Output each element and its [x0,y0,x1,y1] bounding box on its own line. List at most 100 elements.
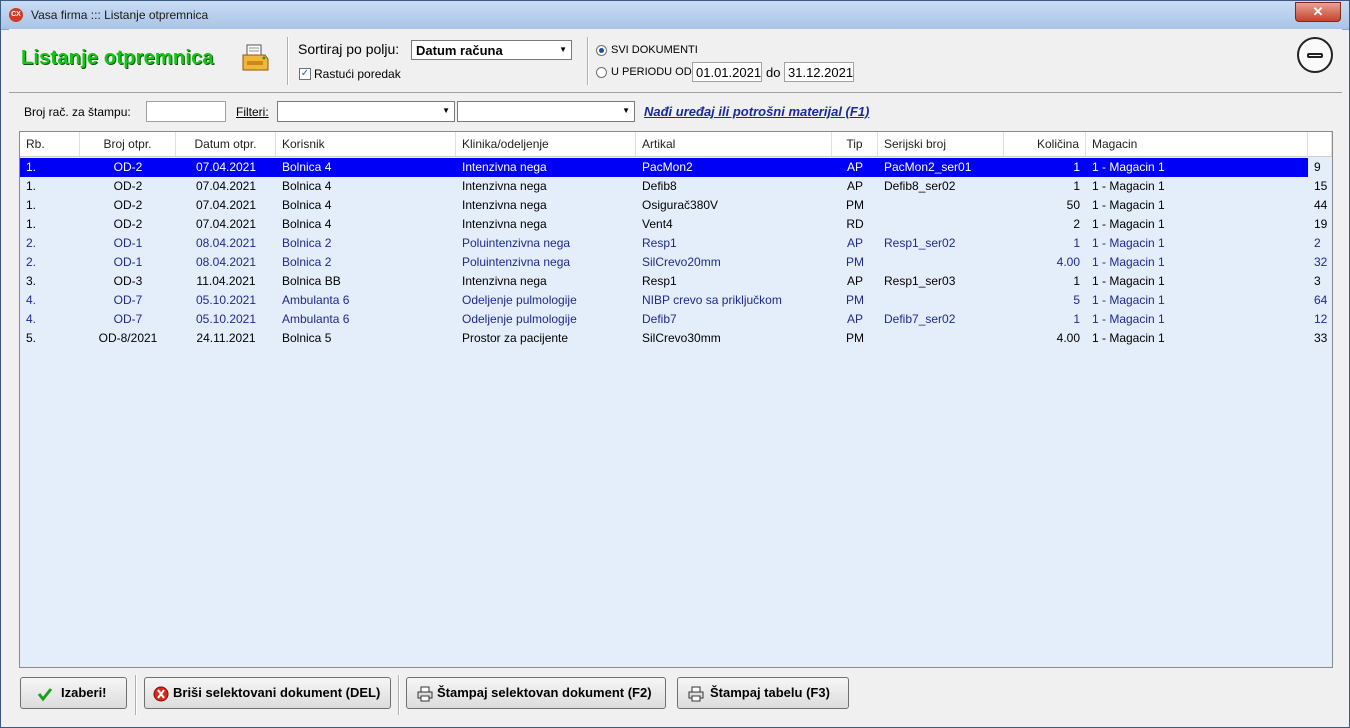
table-row[interactable]: 1. OD-2 07.04.2021 Bolnica 4 Intenzivna nega… [20,196,1332,215]
print-document-label: Štampaj selektovan dokument (F2) [437,685,652,700]
cell-artikal: Resp1 [642,274,677,288]
filter-bar: Broj rač. za štampu: Filteri: ▼ ▼ Nađi u… [9,93,1342,129]
column-header[interactable]: Količina [1004,132,1086,156]
cell-tip: RD [846,217,864,231]
cell-rb: 2. [26,255,37,269]
cell-rb: 1. [26,217,37,231]
ascending-checkbox[interactable]: ✓ [299,68,311,80]
sort-field-value: Datum računa [416,43,503,58]
print-table-label: Štampaj tabelu (F3) [710,685,830,700]
period-radio[interactable] [596,67,607,78]
select-button[interactable]: Izaberi! [20,677,127,709]
cell-extra: 2 [1314,236,1321,250]
cell-rb: 1. [26,179,37,193]
all-documents-radio[interactable] [596,45,607,56]
find-device-link[interactable]: Nađi uređaj ili potrošni materijal (F1) [644,104,869,119]
cell-magacin: 1 - Magacin 1 [1092,312,1165,326]
cell-broj: OD-2 [113,217,143,231]
cell-klinika: Intenzivna nega [462,198,547,212]
filter-1-select[interactable]: ▼ [277,101,455,122]
cell-extra: 12 [1314,312,1328,326]
print-icon [688,686,704,702]
main-window: CX Vasa firma ::: Listanje otpremnica ✕ … [0,0,1350,728]
column-header[interactable]: Datum otpr. [176,132,276,156]
column-header[interactable]: Tip [832,132,878,156]
separator [398,675,400,715]
cell-klinika: Intenzivna nega [462,160,547,174]
print-number-label: Broj rač. za štampu: [24,105,131,119]
cell-datum: 08.04.2021 [195,255,257,269]
cell-korisnik: Bolnica 2 [282,255,332,269]
column-header[interactable]: Rb. [20,132,80,156]
column-header[interactable]: Broj otpr. [80,132,176,156]
cell-klinika: Poluintenzivna nega [462,236,571,250]
cell-magacin: 1 - Magacin 1 [1092,255,1165,269]
all-documents-label: SVI DOKUMENTI [611,44,698,56]
table-header: Rb. Broj otpr. Datum otpr. Korisnik Klinika/… [20,132,1332,157]
table-row[interactable]: 2. OD-1 08.04.2021 Bolnica 2 Poluintenzivna … [20,234,1332,253]
cell-tip: AP [846,312,863,326]
cell-magacin: 1 - Magacin 1 [1092,274,1165,288]
cell-magacin: 1 - Magacin 1 [1092,331,1165,345]
table-row[interactable]: 4. OD-7 05.10.2021 Ambulanta 6 Odeljenje pul… [20,291,1332,310]
cell-extra: 15 [1314,179,1328,193]
cell-korisnik: Bolnica 4 [282,217,332,231]
cell-korisnik: Bolnica BB [282,274,341,288]
table-row[interactable]: 2. OD-1 08.04.2021 Bolnica 2 Poluintenzivna … [20,253,1332,272]
chevron-down-icon: ▼ [559,45,567,54]
delete-label: Briši selektovani dokument (DEL) [173,685,381,700]
title-bar[interactable]: CX Vasa firma ::: Listanje otpremnica ✕ [1,1,1349,30]
page-title: Listanje otpremnica [21,47,214,69]
table-row[interactable]: 1. OD-2 07.04.2021 Bolnica 4 Intenzivna nega… [20,177,1332,196]
column-header[interactable]: Klinika/odeljenje [456,132,636,156]
print-document-button[interactable]: Štampaj selektovan dokument (F2) [406,677,666,709]
sort-field-select[interactable]: Datum računa ▼ [411,40,572,60]
date-from-input[interactable]: 01.01.2021 [692,62,762,82]
cell-artikal: Defib8 [642,179,677,193]
cell-tip: PM [846,331,864,345]
cell-artikal: Resp1 [642,236,677,250]
filters-label: Filteri: [236,105,269,119]
chevron-down-icon: ▼ [442,106,450,115]
cell-rb: 2. [26,236,37,250]
filter-2-select[interactable]: ▼ [457,101,635,122]
column-header[interactable]: Artikal [636,132,832,156]
cell-magacin: 1 - Magacin 1 [1092,217,1165,231]
cell-klinika: Poluintenzivna nega [462,255,571,269]
cell-serijski: Defib8_ser02 [884,179,956,193]
cell-broj: OD-7 [113,293,143,307]
cell-korisnik: Bolnica 5 [282,331,332,345]
cell-serijski [878,291,1004,310]
print-number-input[interactable] [146,101,226,122]
cell-extra: 19 [1314,217,1328,231]
table-row[interactable]: 5. OD-8/2021 24.11.2021 Bolnica 5 Prostor za… [20,329,1332,348]
minimize-icon[interactable] [1297,37,1333,73]
printer-icon [242,44,269,71]
table-row[interactable]: 1. OD-2 07.04.2021 Bolnica 4 Intenzivna nega… [20,158,1332,177]
cell-artikal: NIBP crevo sa priključkom [642,293,782,307]
cell-kolicina: 1 [1073,312,1080,326]
cell-artikal: SilCrevo20mm [642,255,721,269]
table-row[interactable]: 3. OD-3 11.04.2021 Bolnica BB Intenzivna neg… [20,272,1332,291]
table-row[interactable]: 1. OD-2 07.04.2021 Bolnica 4 Intenzivna nega… [20,215,1332,234]
close-button[interactable]: ✕ [1295,2,1341,22]
column-header[interactable]: Magacin [1086,132,1308,156]
cell-tip: AP [846,274,863,288]
column-header[interactable] [1308,132,1332,156]
cell-kolicina: 1 [1073,274,1080,288]
documents-table[interactable]: Rb. Broj otpr. Datum otpr. Korisnik Klinika/… [19,131,1333,668]
cell-tip: PM [846,293,864,307]
column-header[interactable]: Korisnik [276,132,456,156]
column-header[interactable]: Serijski broj [878,132,1004,156]
cell-datum: 07.04.2021 [195,179,257,193]
table-row[interactable]: 4. OD-7 05.10.2021 Ambulanta 6 Odeljenje pul… [20,310,1332,329]
cell-korisnik: Ambulanta 6 [282,312,350,326]
select-label: Izaberi! [61,685,107,700]
cell-artikal: Defib7 [642,312,677,326]
cell-broj: OD-2 [113,160,143,174]
delete-document-button[interactable]: Briši selektovani dokument (DEL) [144,677,391,709]
date-to-input[interactable]: 31.12.2021 [784,62,854,82]
print-table-button[interactable]: Štampaj tabelu (F3) [677,677,849,709]
cell-serijski [878,196,1004,215]
cell-magacin: 1 - Magacin 1 [1092,179,1165,193]
